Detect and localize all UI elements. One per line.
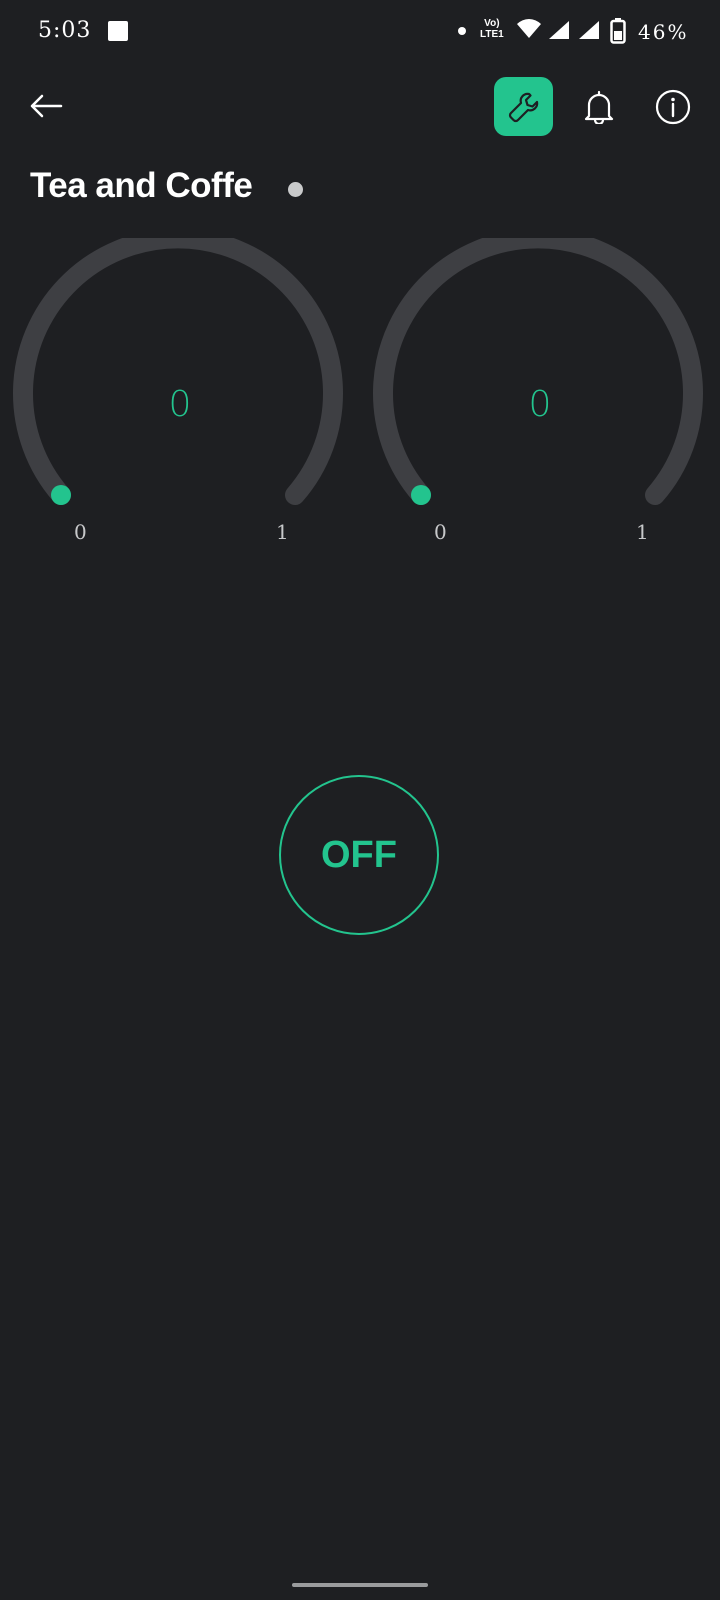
power-toggle-button[interactable]: OFF	[279, 775, 439, 935]
gauge-max-label: 1	[636, 520, 649, 544]
wrench-icon	[508, 92, 538, 122]
gauge-knob	[411, 485, 431, 505]
volte-label-bottom: LTE1	[480, 29, 504, 40]
power-toggle-label: OFF	[321, 833, 397, 876]
status-bar: 5:03 Vo) LTE1 46%	[0, 0, 720, 64]
bell-icon	[584, 90, 614, 124]
gauge-knob	[51, 485, 71, 505]
volte-label-top: Vo)	[484, 18, 500, 29]
notifications-button[interactable]	[578, 86, 620, 128]
back-button[interactable]	[26, 86, 66, 126]
app-screen: 5:03 Vo) LTE1 46% Tea and Coffe 0 0 1 0 …	[0, 0, 720, 1600]
signal-icon	[549, 21, 569, 39]
volte-icon: Vo) LTE1	[480, 18, 504, 40]
battery-percentage: 46%	[638, 20, 689, 44]
info-icon	[655, 89, 691, 125]
battery-icon	[610, 18, 626, 44]
gauge-min-label: 0	[74, 520, 87, 544]
info-button[interactable]	[652, 86, 694, 128]
gauge-widget[interactable]: 0 0 1	[10, 238, 350, 558]
home-indicator[interactable]	[292, 1583, 428, 1587]
gauge-value: 0	[168, 384, 192, 425]
gauge-min-label: 0	[434, 520, 447, 544]
settings-button[interactable]	[494, 77, 553, 136]
notification-dot-icon	[458, 27, 466, 35]
status-time: 5:03	[38, 18, 92, 43]
device-status-indicator	[288, 182, 303, 197]
wifi-icon	[517, 19, 541, 38]
gauge-value: 0	[528, 384, 552, 425]
notification-icon	[108, 21, 128, 41]
back-arrow-icon	[30, 94, 63, 118]
gauge-widget[interactable]: 0 0 1	[370, 238, 710, 558]
signal-icon	[579, 21, 599, 39]
device-title: Tea and Coffe	[30, 166, 253, 205]
gauge-max-label: 1	[276, 520, 289, 544]
